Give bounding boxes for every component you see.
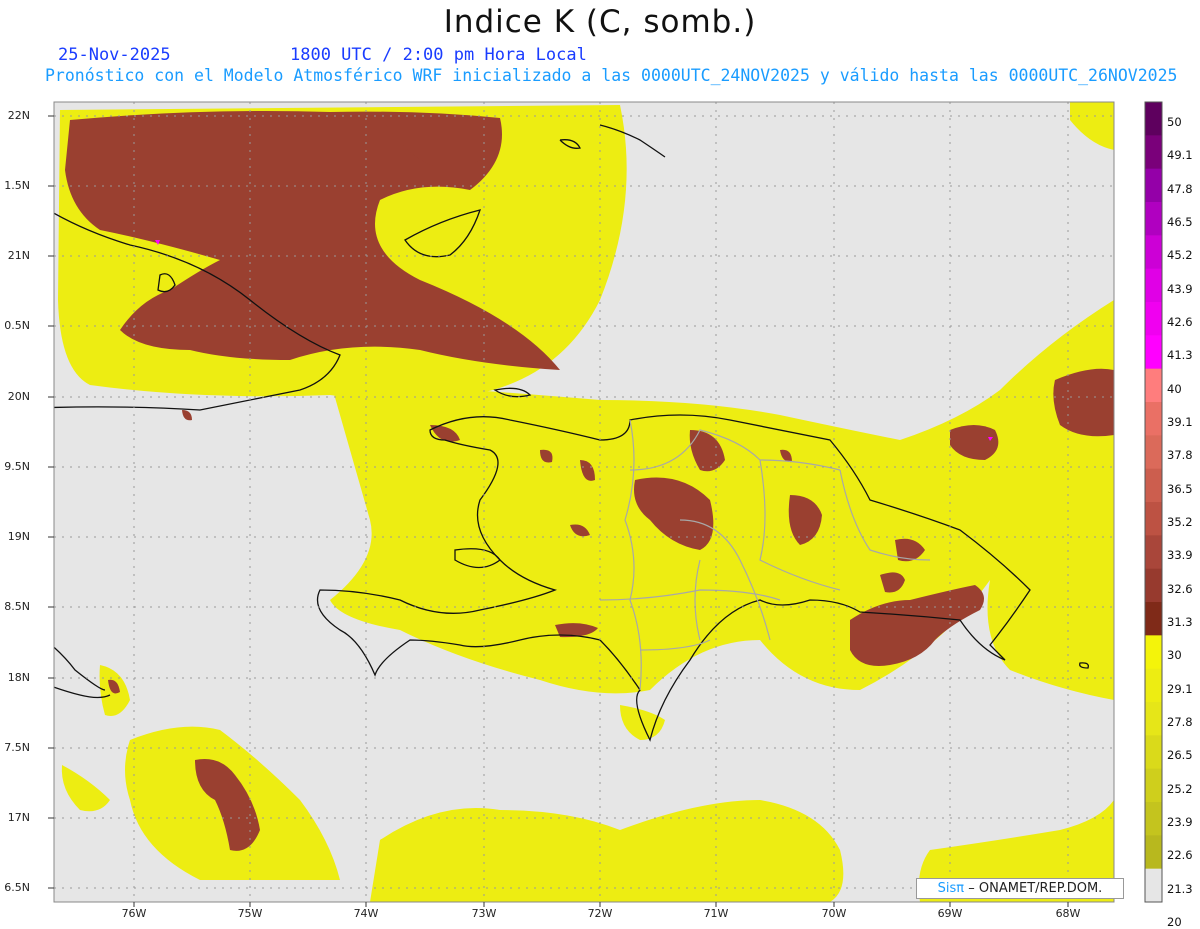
colorbar-label: 31.3: [1167, 615, 1193, 629]
colorbar-swatch: [1145, 135, 1162, 170]
colorbar-swatch: [1145, 868, 1162, 903]
colorbar-swatch: [1145, 568, 1162, 603]
lat-label: 1.5N: [4, 179, 30, 192]
sispi-logo: Sisπ: [937, 881, 965, 896]
colorbar-swatch: [1145, 702, 1162, 736]
colorbar-label: 36.5: [1167, 481, 1193, 496]
colorbar-swatch: [1145, 102, 1162, 136]
colorbar-label: 45.2: [1167, 248, 1193, 263]
colorbar-label: 46.5: [1167, 215, 1193, 229]
lat-label: 9.5N: [4, 460, 30, 473]
colorbar-label: 42.6: [1167, 315, 1193, 329]
lon-label: 73W: [471, 907, 497, 920]
credit-box: Sisπ – ONAMET/REP.DOM.: [916, 878, 1124, 899]
credit-text: – ONAMET/REP.DOM.: [968, 881, 1103, 896]
colorbar-swatch: [1145, 168, 1162, 203]
lon-label: 75W: [237, 907, 263, 920]
colorbar-swatch: [1145, 668, 1162, 703]
colorbar: [1145, 102, 1162, 903]
colorbar-label: 39.1: [1167, 415, 1193, 429]
lat-label: 18N: [7, 671, 30, 684]
colorbar-swatch: [1145, 768, 1162, 803]
colorbar-swatch: [1145, 635, 1162, 670]
lon-label: 76W: [121, 907, 147, 920]
lat-label: 0.5N: [4, 319, 30, 332]
colorbar-swatch: [1145, 602, 1162, 636]
colorbar-label: 41.3: [1167, 348, 1193, 363]
lon-label: 70W: [821, 907, 847, 920]
lat-label: 8.5N: [4, 600, 30, 613]
colorbar-label: 47.8: [1167, 181, 1193, 196]
lon-label: 68W: [1055, 907, 1081, 920]
colorbar-label: 26.5: [1167, 748, 1193, 763]
colorbar-label: 23.9: [1167, 815, 1193, 829]
colorbar-label: 37.8: [1167, 448, 1193, 463]
colorbar-swatch: [1145, 268, 1162, 303]
colorbar-swatch: [1145, 302, 1162, 336]
colorbar-label: 29.1: [1167, 681, 1193, 696]
colorbar-label: 40: [1167, 381, 1182, 396]
colorbar-label: 22.6: [1167, 848, 1193, 863]
colorbar-label: 49.1: [1167, 148, 1193, 163]
colorbar-label: 25.2: [1167, 781, 1193, 796]
lat-label: 6.5N: [4, 881, 30, 894]
colorbar-swatch: [1145, 202, 1162, 236]
lon-label: 71W: [703, 907, 729, 920]
colorbar-swatch: [1145, 235, 1162, 270]
colorbar-swatch: [1145, 402, 1162, 436]
lat-label: 7.5N: [4, 741, 30, 754]
colorbar-label: 30: [1167, 648, 1182, 663]
colorbar-label: 43.9: [1167, 281, 1193, 296]
colorbar-swatch: [1145, 468, 1162, 503]
colorbar-swatch: [1145, 335, 1162, 370]
lon-label: 72W: [587, 907, 613, 920]
colorbar-swatch: [1145, 502, 1162, 536]
k-index-map: [48, 101, 1163, 907]
colorbar-swatch: [1145, 802, 1162, 836]
lat-label: 19N: [7, 530, 30, 543]
lat-label: 17N: [7, 811, 30, 824]
colorbar-label: 33.9: [1167, 548, 1193, 563]
colorbar-swatch: [1145, 735, 1162, 770]
lat-label: 22N: [7, 109, 30, 122]
lon-label: 69W: [937, 907, 963, 920]
colorbar-label: 32.6: [1167, 581, 1193, 596]
colorbar-label: 27.8: [1167, 715, 1193, 729]
lon-label: 74W: [353, 907, 379, 920]
lat-label: 20N: [7, 390, 30, 403]
colorbar-swatch: [1145, 368, 1162, 403]
colorbar-label: 21.3: [1167, 881, 1193, 896]
colorbar-label: 35.2: [1167, 515, 1193, 529]
colorbar-swatch: [1145, 535, 1162, 570]
colorbar-swatch: [1145, 435, 1162, 470]
colorbar-swatch: [1145, 835, 1162, 870]
lat-label: 21N: [7, 249, 30, 262]
colorbar-label: 50: [1167, 115, 1182, 129]
